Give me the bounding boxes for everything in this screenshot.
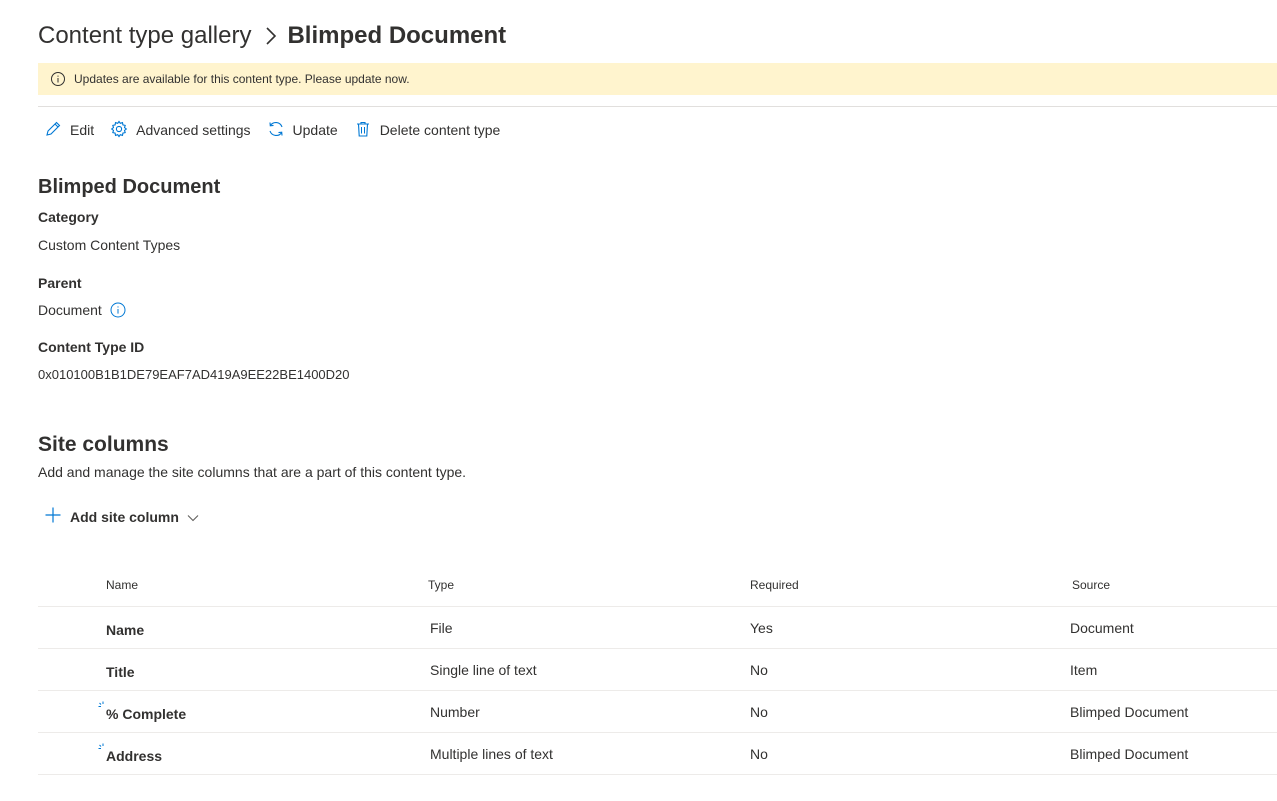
table-header: Name Type Required Source: [38, 564, 1277, 607]
divider: [38, 106, 1277, 107]
category-label: Category: [38, 209, 99, 225]
command-bar: Edit Advanced settings Update Delete con…: [38, 118, 516, 142]
table-row[interactable]: Title Single line of text No Item: [38, 649, 1277, 691]
table-row[interactable]: % Complete Number No Blimped Document: [38, 691, 1277, 733]
add-site-column-button[interactable]: Add site column: [44, 506, 207, 527]
update-notification-banner: Updates are available for this content t…: [38, 63, 1277, 95]
row-type: Multiple lines of text: [430, 746, 553, 762]
chevron-right-icon: [265, 26, 277, 46]
column-header-source[interactable]: Source: [1072, 578, 1110, 592]
row-required: No: [750, 704, 768, 720]
edit-label: Edit: [70, 122, 95, 138]
breadcrumb-gallery-link[interactable]: Content type gallery: [38, 22, 251, 50]
trash-icon: [354, 120, 380, 141]
parent-value-row: Document: [38, 302, 126, 318]
banner-message: Updates are available for this content t…: [74, 72, 410, 86]
row-type: File: [430, 620, 453, 636]
row-source: Document: [1070, 620, 1134, 636]
row-type: Number: [430, 704, 480, 720]
delete-content-type-button[interactable]: Delete content type: [354, 120, 501, 141]
row-name[interactable]: Name: [106, 622, 144, 638]
content-type-title: Blimped Document: [38, 176, 221, 198]
advanced-settings-label: Advanced settings: [136, 122, 251, 138]
gear-icon: [110, 120, 136, 141]
update-button[interactable]: Update: [267, 120, 338, 141]
edit-button[interactable]: Edit: [44, 120, 94, 141]
breadcrumb-current: Blimped Document: [287, 22, 507, 49]
row-type: Single line of text: [430, 662, 537, 678]
row-source: Blimped Document: [1070, 704, 1189, 720]
plus-icon: [44, 506, 70, 527]
column-header-name[interactable]: Name: [106, 578, 138, 592]
advanced-settings-button[interactable]: Advanced settings: [110, 120, 251, 141]
breadcrumb: Content type gallery Blimped Document: [38, 18, 506, 54]
content-type-id-label: Content Type ID: [38, 339, 145, 355]
site-columns-description: Add and manage the site columns that are…: [38, 464, 467, 480]
refresh-icon: [267, 120, 293, 141]
chevron-down-icon: [187, 509, 207, 525]
info-icon: [50, 71, 66, 87]
row-source: Item: [1070, 662, 1098, 678]
parent-label: Parent: [38, 275, 82, 291]
pencil-icon: [44, 120, 70, 141]
parent-info-icon[interactable]: [110, 302, 126, 318]
site-columns-title: Site columns: [38, 433, 169, 456]
row-name[interactable]: Address: [106, 748, 162, 764]
table-row[interactable]: Name File Yes Document: [38, 607, 1277, 649]
column-header-type[interactable]: Type: [428, 578, 454, 592]
delete-content-type-label: Delete content type: [379, 122, 501, 138]
row-required: No: [750, 662, 768, 678]
row-source: Blimped Document: [1070, 746, 1189, 762]
parent-value: Document: [38, 302, 102, 318]
site-columns-table: Name Type Required Source Name File Yes …: [38, 564, 1277, 775]
category-value: Custom Content Types: [38, 237, 181, 253]
content-type-id-value: 0x010100B1B1DE79EAF7AD419A9EE22BE1400D20: [38, 367, 350, 382]
update-label: Update: [292, 122, 338, 138]
table-row[interactable]: Address Multiple lines of text No Blimpe…: [38, 733, 1277, 775]
row-required: No: [750, 746, 768, 762]
column-header-required[interactable]: Required: [750, 578, 799, 592]
row-name[interactable]: Title: [106, 664, 135, 680]
add-site-column-label: Add site column: [70, 508, 179, 525]
row-required: Yes: [750, 620, 773, 636]
row-name[interactable]: % Complete: [106, 706, 186, 722]
